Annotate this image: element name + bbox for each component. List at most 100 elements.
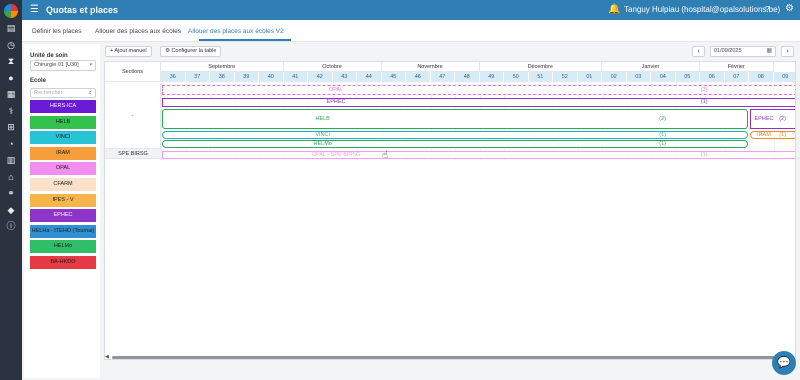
allocation-bar-count: (1): [779, 132, 786, 138]
school-chip[interactable]: VINCI: [30, 131, 96, 145]
date-value: 01/09/2025: [714, 48, 742, 54]
week-header: 09: [773, 72, 795, 82]
next-button[interactable]: ›: [781, 46, 794, 57]
week-header: 43: [332, 72, 357, 82]
week-header: 45: [381, 72, 406, 82]
scroll-left-icon[interactable]: ◀: [105, 354, 109, 360]
tab-allocate-places[interactable]: Allouer des places aux écoles: [95, 27, 181, 36]
school-chip[interactable]: HELHa - ITEHO (Tournai): [30, 224, 96, 238]
horizontal-scrollbar[interactable]: ◀ ▶: [104, 353, 796, 361]
school-chip[interactable]: HELMo: [30, 240, 96, 254]
filter-panel: Unité de soin Chirurgie 01 [U30] ▾ Ecole…: [24, 44, 100, 378]
user-name[interactable]: Tanguy Hulpiau (hospital@opalsolutions.b…: [624, 5, 780, 15]
circle-icon[interactable]: ●: [6, 73, 16, 83]
month-header: Février: [700, 62, 774, 72]
allocation-bar-count: (1): [659, 132, 666, 138]
school-chip[interactable]: HERS-ICA: [30, 100, 96, 113]
previous-button[interactable]: ‹: [692, 46, 705, 57]
unit-select-value: Chirurgie 01 [U30]: [34, 62, 79, 68]
top-bar: ☰ Quotas et places 🔔 Tanguy Hulpiau (hos…: [22, 0, 800, 20]
stethoscope-icon[interactable]: ⚕: [6, 106, 16, 116]
school-chip[interactable]: IPES - V: [30, 193, 96, 207]
allocation-bar[interactable]: IRAM (1): [750, 131, 795, 139]
school-chip[interactable]: HELB: [30, 115, 96, 129]
school-chip[interactable]: EPHEC: [30, 209, 96, 223]
configure-table-button[interactable]: ⚙ Configurer la table: [160, 46, 222, 57]
week-header: 47: [430, 72, 455, 82]
week-header: 08: [749, 72, 774, 82]
allocation-bar-label: HELMo: [313, 141, 332, 147]
week-header: 39: [234, 72, 259, 82]
left-nav-rail: ▤ ◷ ⧗ ● ▦ ⚕ ⊞ ◔ ▥ ⌂ ⚭ ◆ ⓘ: [0, 0, 22, 380]
week-header: 38: [210, 72, 235, 82]
school-search-input[interactable]: Rechercher ⌕: [30, 88, 96, 98]
allocation-bar[interactable]: HELMo (1): [162, 140, 748, 148]
tags-icon[interactable]: ◆: [6, 205, 16, 215]
week-header: 36: [161, 72, 186, 82]
week-header: 52: [553, 72, 578, 82]
chat-button[interactable]: 💬: [772, 351, 796, 375]
allocation-bar-label: OPAL - SPE BIRSG: [311, 152, 361, 158]
week-header: 37: [185, 72, 210, 82]
pie-chart-icon[interactable]: ◔: [6, 139, 16, 149]
allocation-bar-label: EPHEC: [754, 116, 774, 122]
allocation-bar[interactable]: VINCI (1): [162, 131, 748, 139]
school-chip[interactable]: CFARM: [30, 178, 96, 191]
week-header: 40: [259, 72, 284, 82]
tab-bar: Définir les places Allouer des places au…: [22, 20, 800, 42]
page-title: Quotas et places: [46, 5, 119, 15]
allocation-bar[interactable]: OPAL - SPE BIRSG (1): [162, 151, 795, 159]
allocation-bar[interactable]: HELB (2): [162, 109, 748, 129]
week-header: 01: [577, 72, 602, 82]
allocation-bar-label: OPAL: [328, 87, 344, 93]
week-header: 06: [700, 72, 725, 82]
date-input[interactable]: 01/09/2025 ▦: [710, 46, 776, 57]
school-label: Ecole: [30, 78, 47, 84]
week-header: 46: [406, 72, 431, 82]
info-icon[interactable]: ⓘ: [6, 221, 16, 231]
menu-icon[interactable]: ☰: [30, 4, 39, 16]
settings-gear-icon[interactable]: ⚙: [785, 3, 794, 15]
tab-define-places[interactable]: Définir les places: [32, 27, 82, 36]
search-icon: ⌕: [88, 90, 92, 96]
week-header: 02: [602, 72, 627, 82]
add-manual-button[interactable]: + Ajout manuel: [105, 46, 152, 57]
week-header: 44: [357, 72, 382, 82]
week-header: 49: [479, 72, 504, 82]
bank-icon[interactable]: ⌂: [6, 172, 16, 182]
search-placeholder: Rechercher: [34, 90, 63, 96]
allocation-bar[interactable]: EPHEC (2): [750, 109, 795, 129]
school-chip[interactable]: IRAM: [30, 146, 96, 160]
school-chip[interactable]: BA-HKDO: [30, 256, 96, 269]
help-icon[interactable]: ?: [765, 4, 769, 16]
file-icon[interactable]: ▤: [6, 23, 16, 33]
unit-select[interactable]: Chirurgie 01 [U30] ▾: [30, 60, 96, 71]
month-header: Décembre: [479, 62, 602, 72]
hourglass-icon[interactable]: ⧗: [6, 56, 16, 66]
month-header: Septembre: [161, 62, 284, 72]
month-header: Octobre: [283, 62, 382, 72]
allocation-bar[interactable]: OPAL (3): [162, 85, 795, 95]
week-header: 41: [283, 72, 308, 82]
network-icon[interactable]: ⚭: [6, 188, 16, 198]
notification-bell-icon[interactable]: 🔔: [608, 3, 620, 16]
app-logo[interactable]: [4, 4, 18, 18]
allocation-bar-count: (3): [700, 87, 708, 93]
scrollbar-thumb[interactable]: [112, 356, 776, 359]
allocation-bar-label: IRAM: [757, 132, 771, 138]
allocation-bar[interactable]: EPHEC (1): [162, 98, 795, 107]
week-header: 03: [626, 72, 651, 82]
allocation-bar-count: (1): [700, 152, 708, 158]
allocation-bar-label: VINCI: [315, 132, 331, 138]
allocation-bar-count: (1): [659, 141, 666, 147]
dumbbell-icon[interactable]: ⊞: [6, 122, 16, 132]
week-header: 48: [455, 72, 480, 82]
school-chip[interactable]: OPAL: [30, 162, 96, 176]
week-header: 50: [504, 72, 529, 82]
calendar-icon[interactable]: ▦: [6, 89, 16, 99]
tab-allocate-places-v2[interactable]: Allouer des places aux écoles V2: [188, 27, 284, 36]
clock-icon[interactable]: ◷: [6, 40, 16, 50]
week-header: 42: [308, 72, 333, 82]
book-icon[interactable]: ▥: [6, 155, 16, 165]
week-header: 05: [675, 72, 700, 82]
